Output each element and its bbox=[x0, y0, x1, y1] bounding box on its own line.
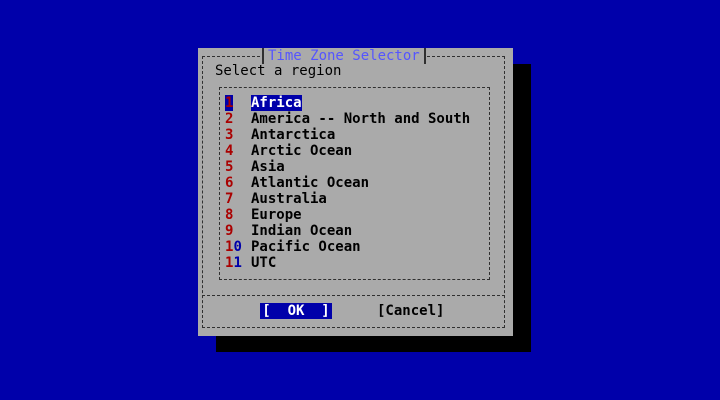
item-number: 1 bbox=[225, 95, 234, 111]
region-item-europe[interactable]: 8 Europe bbox=[225, 207, 490, 223]
region-list: 1 Africa 2 America -- North and South 3 … bbox=[225, 95, 490, 271]
item-number: 9 bbox=[225, 223, 234, 239]
item-label: Europe bbox=[251, 207, 302, 223]
item-label: Arctic Ocean bbox=[251, 143, 353, 159]
item-number: 11 bbox=[225, 255, 242, 271]
region-item-arctic-ocean[interactable]: 4 Arctic Ocean bbox=[225, 143, 490, 159]
item-label: America -- North and South bbox=[251, 111, 471, 127]
item-label: Asia bbox=[251, 159, 285, 175]
region-prompt: Select a region bbox=[215, 63, 342, 79]
region-item-america[interactable]: 2 America -- North and South bbox=[225, 111, 490, 127]
region-item-atlantic-ocean[interactable]: 6 Atlantic Ocean bbox=[225, 175, 490, 191]
region-item-asia[interactable]: 5 Asia bbox=[225, 159, 490, 175]
item-number: 7 bbox=[225, 191, 234, 207]
item-number: 3 bbox=[225, 127, 234, 143]
item-number: 4 bbox=[225, 143, 234, 159]
ok-button[interactable]: [ OK ] bbox=[260, 303, 332, 319]
item-label: Pacific Ocean bbox=[251, 239, 361, 255]
button-separator bbox=[202, 295, 505, 296]
item-number: 6 bbox=[225, 175, 234, 191]
item-label: Australia bbox=[251, 191, 327, 207]
region-item-utc[interactable]: 11 UTC bbox=[225, 255, 490, 271]
region-item-africa[interactable]: 1 Africa bbox=[225, 95, 490, 111]
cancel-button[interactable]: [Cancel] bbox=[377, 303, 444, 319]
region-item-australia[interactable]: 7 Australia bbox=[225, 191, 490, 207]
item-label: Africa bbox=[251, 95, 302, 111]
item-number: 2 bbox=[225, 111, 234, 127]
item-number: 5 bbox=[225, 159, 234, 175]
item-number: 10 bbox=[225, 239, 242, 255]
time-zone-dialog: Time Zone Selector Select a region 1 Afr… bbox=[198, 48, 513, 336]
item-label: Atlantic Ocean bbox=[251, 175, 370, 191]
item-label: Antarctica bbox=[251, 127, 336, 143]
region-item-indian-ocean[interactable]: 9 Indian Ocean bbox=[225, 223, 490, 239]
dialog-title: Time Zone Selector bbox=[262, 48, 426, 64]
dialog-title-text: Time Zone Selector bbox=[268, 48, 420, 64]
region-item-pacific-ocean[interactable]: 10 Pacific Ocean bbox=[225, 239, 490, 255]
item-label: Indian Ocean bbox=[251, 223, 353, 239]
item-number: 8 bbox=[225, 207, 234, 223]
item-label: UTC bbox=[251, 255, 277, 271]
region-item-antarctica[interactable]: 3 Antarctica bbox=[225, 127, 490, 143]
